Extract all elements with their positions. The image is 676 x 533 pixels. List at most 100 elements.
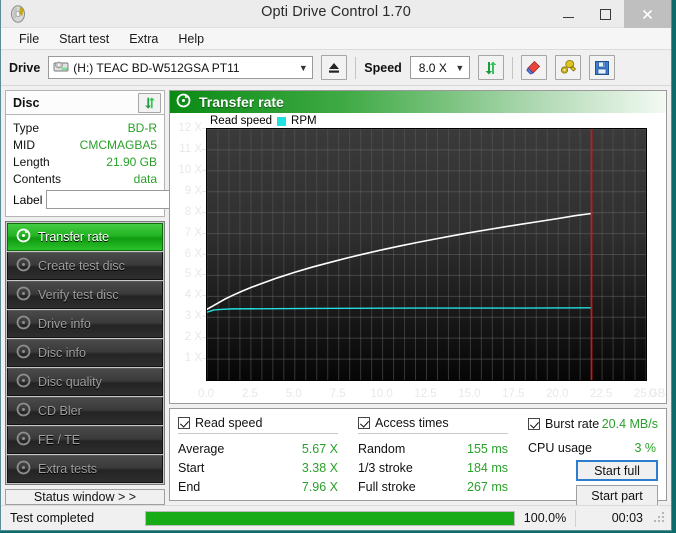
left-column: Disc Type BD-R MID CMCM xyxy=(5,90,165,501)
save-icon xyxy=(594,60,610,76)
maximize-button[interactable] xyxy=(587,0,624,28)
tools-button[interactable] xyxy=(555,55,581,80)
drive-label: Drive xyxy=(9,61,40,75)
disc-icon xyxy=(16,286,31,304)
sidebar-item-drive-info[interactable]: Drive info xyxy=(7,310,163,338)
start-part-button[interactable]: Start part xyxy=(576,485,658,506)
stat-row-cpu-usage: CPU usage 3 % xyxy=(528,441,658,455)
stat-row-start: Start 3.38 X xyxy=(178,458,358,477)
refresh-icon xyxy=(143,96,157,110)
menu-item-start-test[interactable]: Start test xyxy=(49,30,119,48)
start-full-button[interactable]: Start full xyxy=(576,460,658,481)
y-axis-tick: 8 X xyxy=(185,206,202,218)
burst-rate-checkbox[interactable] xyxy=(528,418,540,430)
burst-rate-value: 20.4 MB/s xyxy=(602,417,658,431)
sidebar-item-label: CD Bler xyxy=(38,404,82,418)
legend-swatch-rpm xyxy=(277,117,286,126)
y-axis-tick: 6 X xyxy=(185,248,202,260)
x-axis-tick: 0.0 xyxy=(198,388,214,400)
sidebar-item-disc-quality[interactable]: Disc quality xyxy=(7,368,163,396)
toolbar-divider-2 xyxy=(512,57,513,79)
close-icon xyxy=(641,8,654,21)
progress-fill xyxy=(146,512,514,525)
resize-grip[interactable] xyxy=(653,511,667,525)
x-axis-tick: 15.0 xyxy=(458,388,480,400)
disc-icon xyxy=(16,257,31,275)
status-window-button[interactable]: Status window > > xyxy=(5,489,165,505)
x-axis-tick: 22.5 xyxy=(590,388,612,400)
y-axis-tick: 11 X xyxy=(179,143,202,155)
read-speed-checkbox[interactable] xyxy=(178,417,190,429)
stats-access-times-column: Access times Random 155 ms 1/3 stroke 18… xyxy=(358,415,528,496)
sidebar-item-cd-bler[interactable]: CD Bler xyxy=(7,397,163,425)
access-times-checkbox[interactable] xyxy=(358,417,370,429)
disc-icon xyxy=(16,228,31,246)
menu-item-extra[interactable]: Extra xyxy=(119,30,168,48)
drive-select[interactable]: (H:) TEAC BD-W512GSA PT11 ▼ xyxy=(48,56,313,79)
disc-refresh-button[interactable] xyxy=(138,93,161,113)
progress-percent: 100.0% xyxy=(515,511,575,525)
save-button[interactable] xyxy=(589,55,615,80)
close-button[interactable] xyxy=(624,0,671,28)
third-stroke-value: 184 ms xyxy=(467,461,508,475)
sidebar-item-create-test-disc[interactable]: Create test disc xyxy=(7,252,163,280)
chevron-down-icon[interactable]: ▼ xyxy=(294,57,312,78)
chart-header: Transfer rate xyxy=(170,91,666,113)
access-times-label: Access times xyxy=(375,416,449,430)
menu-bar: File Start test Extra Help xyxy=(1,28,671,50)
x-axis-unit: GB xyxy=(649,388,666,400)
disc-mid-label: MID xyxy=(13,138,35,152)
disc-label-row: Label xyxy=(13,189,157,210)
refresh-button[interactable] xyxy=(478,55,504,80)
sidebar-item-label: Disc info xyxy=(38,346,86,360)
disc-length-value: 21.90 GB xyxy=(106,155,157,169)
disc-panel-body: Type BD-R MID CMCMAGBA5 Length 21.90 GB … xyxy=(6,115,164,216)
eraser-icon xyxy=(525,59,542,76)
tools-icon xyxy=(559,59,576,76)
sidebar-item-disc-info[interactable]: Disc info xyxy=(7,339,163,367)
legend-label-rpm: RPM xyxy=(291,115,317,127)
drive-toolbar: Drive (H:) TEAC BD-W512GSA PT11 ▼ Speed xyxy=(1,50,671,86)
speed-select[interactable]: 8.0 X ▼ xyxy=(410,56,470,79)
disc-icon xyxy=(16,373,31,391)
end-value: 7.96 X xyxy=(302,480,338,494)
disc-icon xyxy=(16,315,31,333)
burst-rate-row: Burst rate 20.4 MB/s xyxy=(528,415,658,433)
sidebar-item-label: Extra tests xyxy=(38,462,97,476)
menu-item-file[interactable]: File xyxy=(9,30,49,48)
drive-icon xyxy=(53,58,69,77)
x-axis-tick: 20.0 xyxy=(546,388,568,400)
x-axis-tick: 2.5 xyxy=(242,388,258,400)
sidebar-item-fe-te[interactable]: FE / TE xyxy=(7,426,163,454)
disc-type-label: Type xyxy=(13,121,39,135)
minimize-button[interactable] xyxy=(550,0,587,28)
y-axis-tick: 3 X xyxy=(185,310,202,322)
erase-button[interactable] xyxy=(521,55,547,80)
eject-button[interactable] xyxy=(321,55,347,80)
y-axis-tick: 1 X xyxy=(185,352,202,364)
disc-row-mid: MID CMCMAGBA5 xyxy=(13,136,157,153)
progress-bar xyxy=(145,511,515,526)
sidebar-item-extra-tests[interactable]: Extra tests xyxy=(7,455,163,483)
read-speed-checkbox-row[interactable]: Read speed xyxy=(178,415,358,430)
speed-label: Speed xyxy=(364,61,402,75)
sidebar-item-label: FE / TE xyxy=(38,433,80,447)
chevron-down-icon[interactable]: ▼ xyxy=(451,57,469,78)
chart-canvas xyxy=(207,129,646,380)
sidebar-item-verify-test-disc[interactable]: Verify test disc xyxy=(7,281,163,309)
status-bar: Test completed 100.0% 00:03 xyxy=(1,505,671,530)
disc-row-contents: Contents data xyxy=(13,170,157,187)
menu-item-help[interactable]: Help xyxy=(168,30,214,48)
eject-icon xyxy=(327,61,341,75)
burst-rate-label: Burst rate xyxy=(545,417,599,431)
stat-row-average: Average 5.67 X xyxy=(178,439,358,458)
x-axis-tick: 7.5 xyxy=(330,388,346,400)
disc-type-value: BD-R xyxy=(128,121,157,135)
access-times-checkbox-row[interactable]: Access times xyxy=(358,415,528,430)
burst-rate-checkbox-row[interactable]: Burst rate xyxy=(528,415,599,433)
random-label: Random xyxy=(358,442,405,456)
disc-icon xyxy=(16,460,31,478)
refresh-icon xyxy=(483,60,499,76)
sidebar-item-transfer-rate[interactable]: Transfer rate xyxy=(7,223,163,251)
disc-label-label: Label xyxy=(13,193,42,207)
